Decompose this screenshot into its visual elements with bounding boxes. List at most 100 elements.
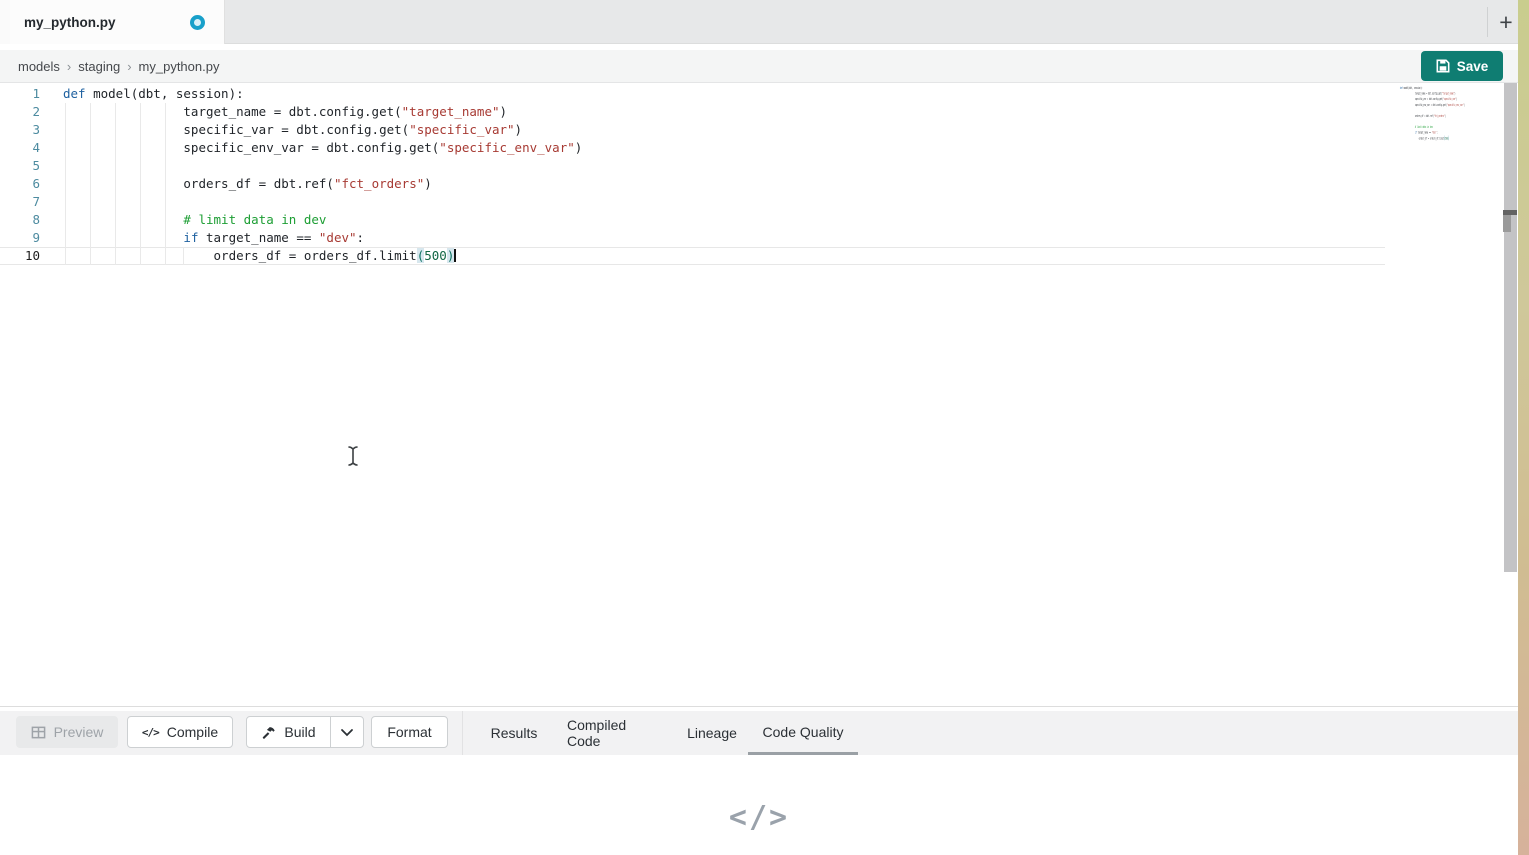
chevron-down-icon xyxy=(340,728,354,737)
code-line[interactable]: 7 xyxy=(0,193,1385,211)
code-token: "dev" xyxy=(319,230,357,245)
minimap-content: def model(dbt, session): target_name = d… xyxy=(1397,85,1465,141)
code-token: specific_var = dbt.config.get( xyxy=(1400,96,1443,101)
tab-lineage[interactable]: Lineage xyxy=(687,711,737,755)
tab-results-label: Results xyxy=(491,725,538,741)
line-number: 8 xyxy=(0,211,40,229)
code-line[interactable]: 5 xyxy=(0,157,1385,175)
compile-label: Compile xyxy=(167,724,218,740)
breadcrumb: models › staging › my_python.py xyxy=(0,50,1518,83)
build-split-button: Build xyxy=(246,716,364,748)
code-token: ) xyxy=(447,248,455,263)
code-token: ) xyxy=(515,122,523,137)
code-line-text: # limit data in dev xyxy=(40,211,326,229)
ide-window: my_python.py + models › staging › my_pyt… xyxy=(0,0,1529,855)
code-line[interactable]: 10 orders_df = orders_df.limit(500) xyxy=(0,247,1385,265)
code-token: ) xyxy=(1454,91,1455,96)
line-number: 10 xyxy=(0,248,40,264)
code-icon: </> xyxy=(142,726,159,739)
code-token: model(dbt, session): xyxy=(1403,85,1423,90)
save-button[interactable]: Save xyxy=(1421,51,1503,81)
table-grid-icon xyxy=(31,725,46,740)
code-lines: 1def model(dbt, session):2 target_name =… xyxy=(0,85,1385,265)
chevron-right-icon: › xyxy=(127,59,131,74)
code-token: "fct_orders" xyxy=(1434,113,1445,118)
tab-code-quality-label: Code Quality xyxy=(763,724,844,740)
code-token xyxy=(1400,130,1415,135)
code-token: 500 xyxy=(424,248,447,263)
indent-guide xyxy=(165,103,166,265)
line-number: 2 xyxy=(0,103,40,121)
code-token: ) xyxy=(1445,113,1446,118)
code-token: ) xyxy=(1448,136,1449,141)
code-token: "fct_orders" xyxy=(334,176,424,191)
code-token: # limit data in dev xyxy=(183,212,326,227)
format-button[interactable]: Format xyxy=(371,716,448,748)
code-token: "specific_env_var" xyxy=(439,140,574,155)
code-line[interactable]: 2 target_name = dbt.config.get("target_n… xyxy=(0,103,1385,121)
code-line-text: specific_var = dbt.config.get("specific_… xyxy=(40,121,522,139)
compile-button[interactable]: </> Compile xyxy=(127,716,233,748)
code-token: target_name = dbt.config.get( xyxy=(1400,91,1442,96)
line-number: 9 xyxy=(0,229,40,247)
code-line[interactable]: 6 orders_df = dbt.ref("fct_orders") xyxy=(0,175,1385,193)
bottom-toolbar: Preview </> Compile Build Format xyxy=(0,711,1518,755)
tab-results[interactable]: Results xyxy=(492,711,536,755)
code-line[interactable]: 8 # limit data in dev xyxy=(0,211,1385,229)
code-token: "specific_var" xyxy=(409,122,514,137)
line-number: 4 xyxy=(0,139,40,157)
empty-state-code-icon: </> xyxy=(0,800,1518,835)
build-label: Build xyxy=(284,724,315,740)
tab-code-quality[interactable]: Code Quality xyxy=(748,711,858,755)
breadcrumb-staging[interactable]: staging xyxy=(78,59,120,74)
code-token: "specific_var" xyxy=(1443,96,1456,101)
code-token: specific_env_var = dbt.config.get( xyxy=(1400,102,1447,107)
code-line-text: orders_df = dbt.ref("fct_orders") xyxy=(1397,113,1446,119)
tab-bar-background xyxy=(225,0,1518,44)
preview-label: Preview xyxy=(54,724,104,740)
build-button[interactable]: Build xyxy=(247,717,330,747)
code-token: ) xyxy=(575,140,583,155)
tab-bar-separator xyxy=(1487,7,1488,37)
new-tab-button[interactable]: + xyxy=(1492,6,1520,38)
code-line-text: def model(dbt, session): xyxy=(40,85,244,103)
code-token: specific_env_var = dbt.config.get( xyxy=(63,140,439,155)
line-number: 7 xyxy=(0,193,40,211)
desktop-wallpaper-strip xyxy=(1518,0,1529,855)
code-token xyxy=(1400,124,1415,129)
code-token: orders_df = dbt.ref( xyxy=(1400,113,1434,118)
breadcrumb-file[interactable]: my_python.py xyxy=(139,59,220,74)
code-line-text: orders_df = orders_df.limit(500) xyxy=(1397,135,1449,141)
indent-guide xyxy=(90,103,91,265)
code-token: ) xyxy=(424,176,432,191)
tab-lineage-label: Lineage xyxy=(687,725,737,741)
unsaved-changes-dot-icon xyxy=(190,15,205,30)
code-line[interactable]: 4 specific_env_var = dbt.config.get("spe… xyxy=(0,139,1385,157)
preview-button[interactable]: Preview xyxy=(16,716,118,748)
build-options-button[interactable] xyxy=(330,717,363,747)
minimap-line: orders_df = orders_df.limit(500) xyxy=(1397,135,1465,141)
code-token: target_name = dbt.config.get( xyxy=(63,104,402,119)
toolbar-divider xyxy=(462,711,463,755)
scrollbar-cursor-marker xyxy=(1503,215,1511,232)
tab-compiled-code-label: Compiled Code xyxy=(567,717,659,749)
code-token: def xyxy=(63,86,86,101)
code-token: # limit data in dev xyxy=(1415,124,1433,129)
code-line[interactable]: 9 if target_name == "dev": xyxy=(0,229,1385,247)
code-editor[interactable]: 1def model(dbt, session):2 target_name =… xyxy=(0,83,1518,707)
tab-compiled-code[interactable]: Compiled Code xyxy=(567,711,659,755)
breadcrumb-models[interactable]: models xyxy=(18,59,60,74)
code-token: target_name == xyxy=(198,230,318,245)
chevron-right-icon: › xyxy=(67,59,71,74)
line-number: 1 xyxy=(0,85,40,103)
line-number: 3 xyxy=(0,121,40,139)
minimap-line: specific_env_var = dbt.config.get("speci… xyxy=(1397,102,1465,108)
editor-tab-bar: my_python.py + xyxy=(0,0,1518,44)
code-line-text: target_name = dbt.config.get("target_nam… xyxy=(40,103,507,121)
vertical-scrollbar[interactable] xyxy=(1504,83,1517,572)
code-line[interactable]: 1def model(dbt, session): xyxy=(0,85,1385,103)
code-line[interactable]: 3 specific_var = dbt.config.get("specifi… xyxy=(0,121,1385,139)
code-line-text: orders_df = orders_df.limit(500) xyxy=(40,248,456,264)
minimap[interactable]: def model(dbt, session): target_name = d… xyxy=(1397,85,1465,143)
indent-guide xyxy=(65,103,66,265)
